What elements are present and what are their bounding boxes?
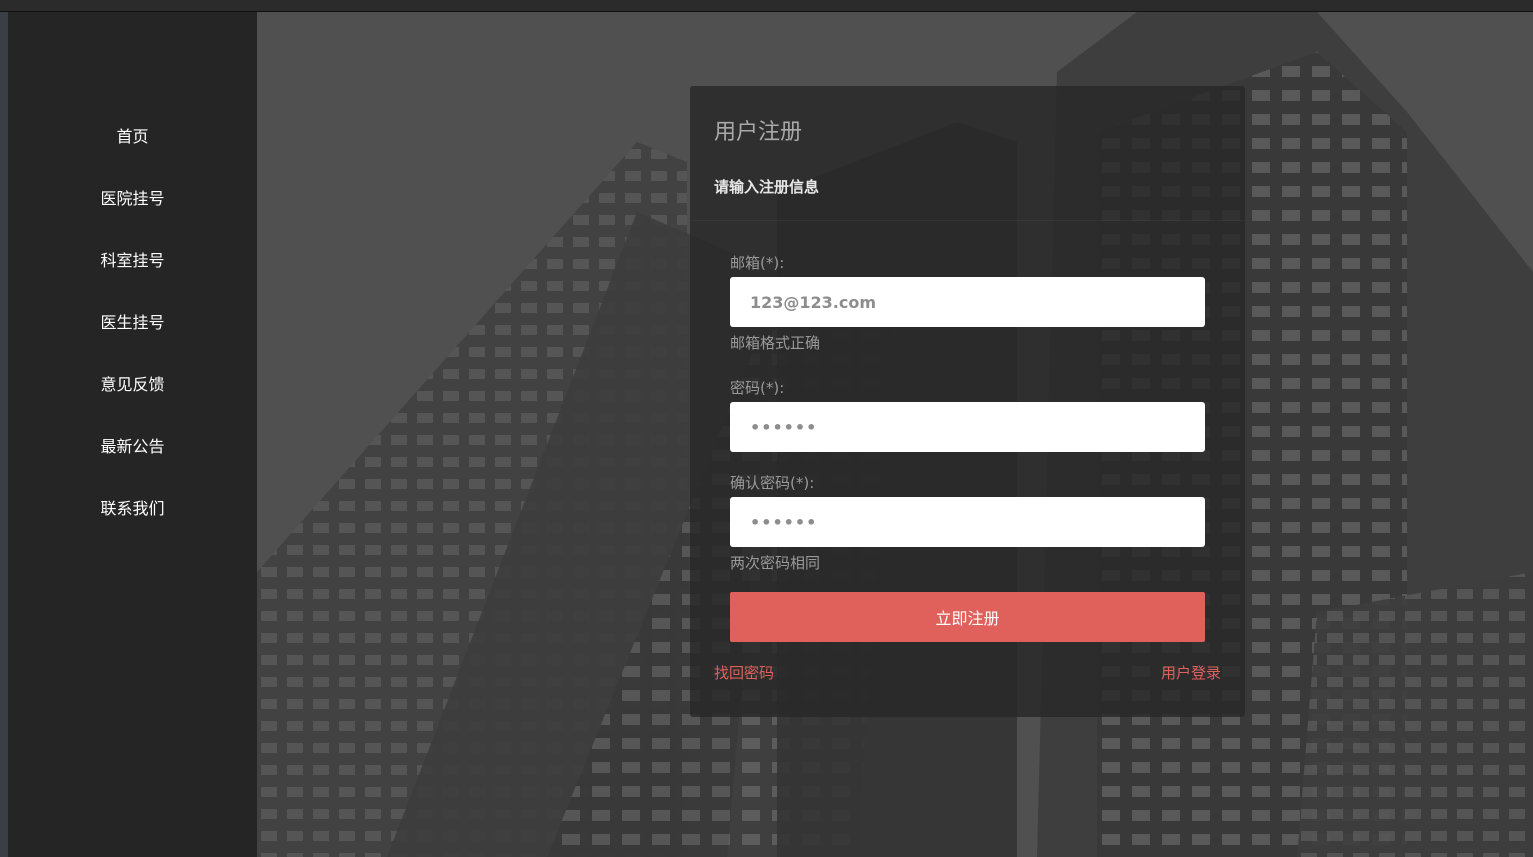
nav-item-feedback[interactable]: 意见反馈 xyxy=(8,371,257,433)
confirm-password-hint: 两次密码相同 xyxy=(730,554,821,572)
sidebar-nav: 首页 医院挂号 科室挂号 医生挂号 意见反馈 最新公告 联系我们 xyxy=(8,123,257,557)
user-login-link[interactable]: 用户登录 xyxy=(1161,662,1221,683)
confirm-password-field[interactable] xyxy=(730,497,1205,547)
password-field[interactable] xyxy=(730,402,1205,452)
confirm-password-label: 确认密码(*): xyxy=(730,474,815,492)
email-field[interactable] xyxy=(730,277,1205,327)
forgot-password-link[interactable]: 找回密码 xyxy=(714,662,774,683)
nav-item-announcements[interactable]: 最新公告 xyxy=(8,433,257,495)
register-card: 用户注册 请输入注册信息 邮箱(*): 邮箱格式正确 密码(*): 确认密码(*… xyxy=(690,86,1245,717)
nav-item-hospital-registration[interactable]: 医院挂号 xyxy=(8,185,257,247)
window-edge-strip xyxy=(0,12,8,857)
nav-item-doctor-registration[interactable]: 医生挂号 xyxy=(8,309,257,371)
nav-item-contact-us[interactable]: 联系我们 xyxy=(8,495,257,557)
register-title: 用户注册 xyxy=(714,120,803,145)
nav-item-department-registration[interactable]: 科室挂号 xyxy=(8,247,257,309)
email-hint: 邮箱格式正确 xyxy=(730,334,821,352)
register-subtitle: 请输入注册信息 xyxy=(714,178,820,196)
register-button[interactable]: 立即注册 xyxy=(730,592,1205,642)
email-label: 邮箱(*): xyxy=(730,254,785,272)
top-bar xyxy=(0,0,1533,12)
card-divider xyxy=(690,220,1245,221)
password-label: 密码(*): xyxy=(730,379,785,397)
sidebar: 首页 医院挂号 科室挂号 医生挂号 意见反馈 最新公告 联系我们 xyxy=(8,12,257,857)
nav-item-home[interactable]: 首页 xyxy=(8,123,257,185)
